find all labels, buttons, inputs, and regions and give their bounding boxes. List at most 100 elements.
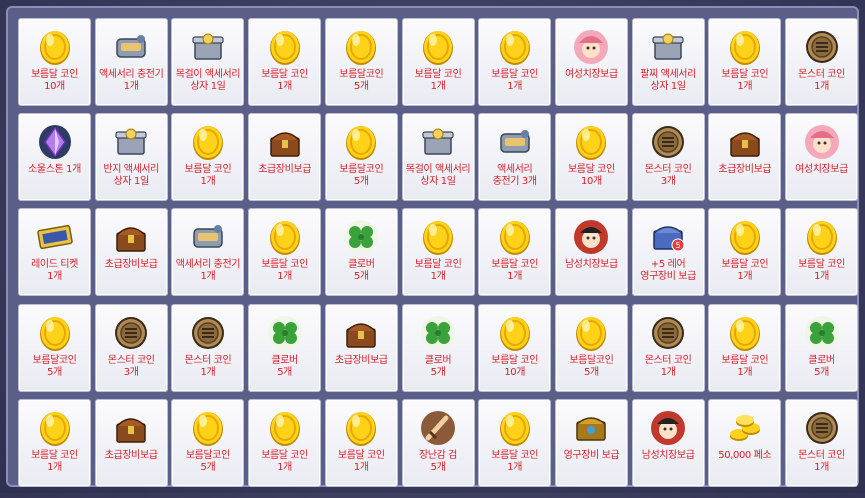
reward-cell[interactable]: 보름달코인 5개: [324, 18, 398, 106]
reward-cell[interactable]: 초급장비보급: [324, 303, 398, 392]
reward-cell[interactable]: 보름달 코인 1개: [248, 18, 322, 106]
clover-icon: [418, 313, 458, 353]
reward-label: 몬스터 코인 1개: [184, 354, 232, 378]
reward-label: 보름달 코인 10개: [491, 354, 539, 378]
reward-cell[interactable]: 초급장비보급: [248, 113, 322, 202]
reward-label: 목걸이 액세서리 상자 1일: [405, 164, 471, 188]
reward-label: 보름달 코인 1개: [414, 69, 462, 92]
reward-cell[interactable]: 여성치장보급: [785, 113, 858, 202]
gold-coin-icon: [188, 122, 228, 162]
reward-cell[interactable]: 보름달 코인 1개: [248, 398, 322, 487]
gold-coin-icon: [265, 27, 305, 67]
reward-cell[interactable]: 보름달 코인 10개: [554, 113, 628, 202]
reward-cell[interactable]: 보름달 코인 10개: [18, 18, 91, 106]
reward-label: 몬스터 코인 3개: [644, 164, 692, 188]
accessory-box-icon: [188, 27, 228, 67]
reward-cell[interactable]: 몬스터 코인 1개: [785, 18, 858, 106]
reward-label: 보름달코인 5개: [569, 354, 614, 378]
monster-coin-icon: [802, 27, 842, 67]
reward-cell[interactable]: 초급장비보급: [94, 208, 168, 297]
reward-cell[interactable]: 여성치장보급: [554, 18, 628, 106]
reward-cell[interactable]: 보름달코인 5개: [554, 303, 628, 392]
reward-cell[interactable]: 보름달 코인 1개: [324, 398, 398, 487]
reward-cell[interactable]: 보름달코인 5개: [324, 113, 398, 202]
reward-cell[interactable]: 보름달 코인 1개: [18, 398, 91, 487]
reward-cell[interactable]: 보름달코인 5개: [18, 303, 91, 392]
gold-coin-icon: [725, 313, 765, 353]
reward-label: 보름달 코인 1개: [414, 259, 462, 283]
reward-cell[interactable]: 보름달 코인 1개: [248, 208, 322, 297]
peso-coins-icon: [725, 408, 765, 448]
reward-cell[interactable]: 액세서리 충전기 1개: [94, 18, 168, 106]
reward-label: 보름달 코인 1개: [261, 69, 308, 92]
reward-cell[interactable]: 장난감 검 5개: [401, 398, 475, 487]
reward-cell[interactable]: 클로버 5개: [248, 303, 322, 392]
reward-label: 초급장비보급: [334, 354, 388, 366]
reward-cell[interactable]: 초급장비보급: [94, 398, 168, 487]
reward-cell[interactable]: 보름달 코인 1개: [478, 208, 552, 297]
reward-cell[interactable]: 보름달 코인 1개: [478, 18, 552, 106]
reward-cell[interactable]: 영구장비 보급: [554, 398, 628, 487]
reward-cell[interactable]: 목걸이 액세서리 상자 1일: [401, 113, 475, 202]
monster-coin-icon: [648, 122, 688, 162]
reward-label: 반지 액세서리 상자 1일: [103, 164, 159, 188]
reward-label: 보름달코인 5개: [185, 449, 230, 473]
monster-coin-icon: [188, 313, 228, 353]
reward-label: 보름달 코인 1개: [721, 354, 769, 378]
reward-cell[interactable]: 보름달코인 5개: [171, 398, 245, 487]
reward-cell[interactable]: 보름달 코인 1개: [785, 208, 858, 297]
gold-coin-icon: [725, 27, 765, 67]
reward-cell[interactable]: 보름달 코인 10개: [478, 303, 552, 392]
reward-cell[interactable]: 레이드 티켓 1개: [18, 208, 91, 297]
reward-cell[interactable]: 보름달 코인 1개: [401, 208, 475, 297]
reward-label: 액세서리 충전기 1개: [175, 259, 241, 283]
treasure-chest-icon: [725, 122, 765, 162]
reward-cell[interactable]: 클로버 5개: [401, 303, 475, 392]
clover-icon: [802, 313, 842, 353]
reward-cell[interactable]: 5 +5 레어 영구장비 보급: [631, 208, 705, 297]
reward-cell[interactable]: 몬스터 코인 3개: [94, 303, 168, 392]
reward-cell[interactable]: 목걸이 액세서리 상자 1일: [171, 18, 245, 106]
reward-label: 팔찌 액세서리 상자 1일: [640, 69, 696, 92]
accessory-charger-icon: [188, 217, 228, 257]
reward-label: 몬스터 코인 3개: [107, 354, 155, 378]
reward-cell[interactable]: 액세서리 충전기 3개: [478, 113, 552, 202]
reward-cell[interactable]: 몬스터 코인 1개: [785, 398, 858, 487]
reward-label: 보름달 코인 1개: [337, 449, 385, 473]
reward-cell[interactable]: 반지 액세서리 상자 1일: [94, 113, 168, 202]
reward-label: 초급장비보급: [258, 164, 311, 176]
reward-cell[interactable]: 클로버 5개: [324, 208, 398, 297]
reward-grid: 보름달 코인 10개 액세서리 충전기 1개 목걸이 액세서리 상자 1일 보름달 코…: [18, 18, 864, 498]
reward-cell[interactable]: 몬스터 코인 3개: [631, 113, 705, 202]
reward-cell[interactable]: 보름달 코인 1개: [708, 208, 782, 297]
permanent-equipment-icon: [571, 408, 611, 448]
reward-cell[interactable]: 보름달 코인 1개: [708, 18, 782, 106]
reward-label: 액세서리 충전기 1개: [98, 69, 164, 92]
reward-label: 목걸이 액세서리 상자 1일: [175, 69, 241, 92]
reward-cell[interactable]: 몬스터 코인 1개: [171, 303, 245, 392]
treasure-chest-icon: [111, 217, 151, 257]
accessory-charger-icon: [495, 122, 535, 162]
reward-label: +5 레어 영구장비 보급: [640, 259, 696, 283]
reward-label: 보름달 코인 1개: [798, 259, 845, 283]
reward-cell[interactable]: 액세서리 충전기 1개: [171, 208, 245, 297]
reward-cell[interactable]: 초급장비보급: [708, 113, 782, 202]
reward-cell[interactable]: 팔찌 액세서리 상자 1일: [631, 18, 705, 106]
reward-cell[interactable]: 보름달 코인 1개: [708, 303, 782, 392]
reward-cell[interactable]: 남성치장보급: [554, 208, 628, 297]
accessory-box-icon: [648, 27, 688, 67]
reward-cell[interactable]: 보름달 코인 1개: [401, 18, 475, 106]
reward-label: 초급장비보급: [104, 259, 158, 271]
reward-cell[interactable]: 보름달 코인 1개: [171, 113, 245, 202]
reward-cell[interactable]: 남성치장보급: [631, 398, 705, 487]
reward-cell[interactable]: 몬스터 코인 1개: [631, 303, 705, 392]
reward-label: 보름달 코인 1개: [491, 259, 539, 283]
reward-cell[interactable]: 클로버 5개: [785, 303, 858, 392]
reward-label: 장난감 검 5개: [419, 449, 457, 473]
reward-cell[interactable]: 소울스톤 1개: [18, 113, 91, 202]
reward-cell[interactable]: 50,000 페소: [708, 398, 782, 487]
reward-label: 초급장비보급: [718, 164, 772, 176]
reward-label: 남성치장보급: [641, 449, 695, 461]
clover-icon: [265, 313, 305, 353]
reward-cell[interactable]: 보름달 코인 1개: [478, 398, 552, 487]
